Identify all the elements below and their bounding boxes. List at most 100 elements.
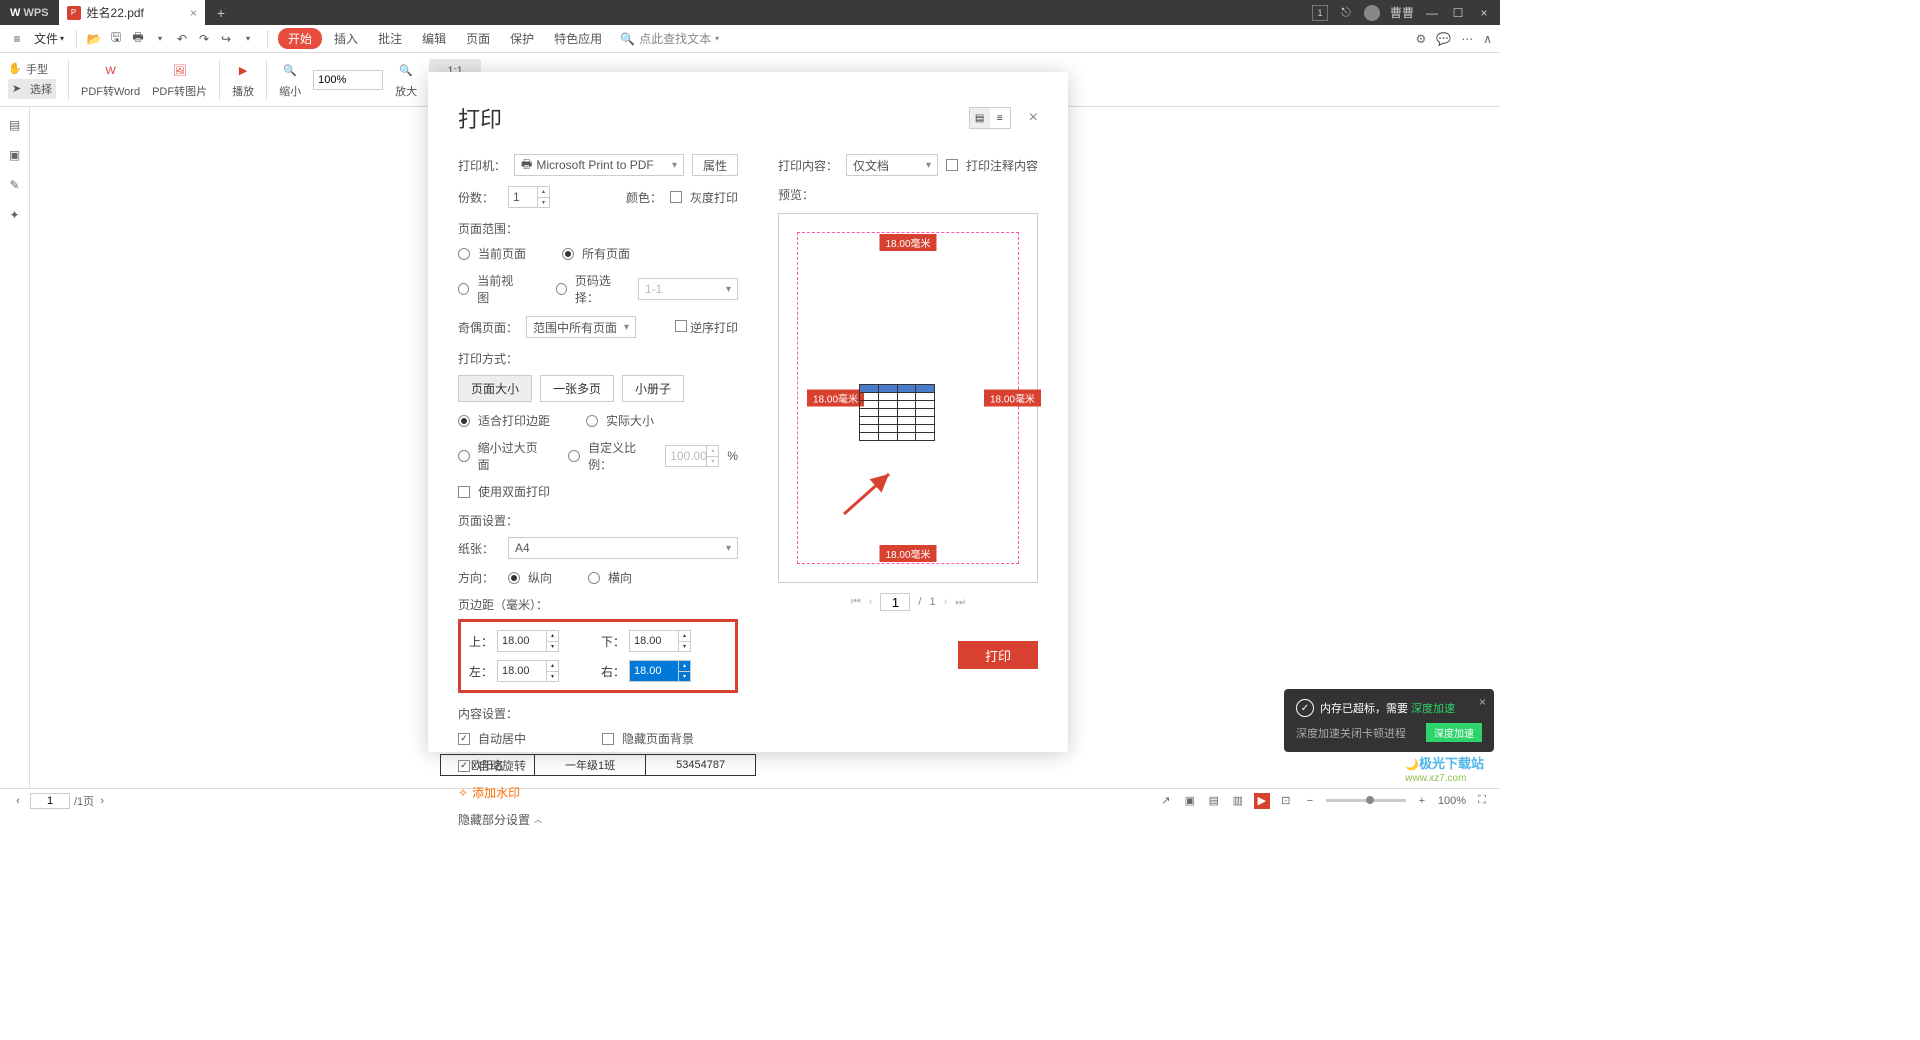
file-menu[interactable]: 文件 ▾ (30, 30, 68, 47)
range-view-radio[interactable] (458, 283, 469, 295)
pager-current-input[interactable] (880, 593, 910, 611)
menu-insert[interactable]: 插入 (326, 30, 366, 47)
range-pages-radio[interactable] (556, 283, 567, 295)
menu-icon[interactable]: ≡ (8, 30, 26, 48)
menu-special[interactable]: 特色应用 (546, 30, 610, 47)
activity-icon[interactable]: ⎋ (1338, 5, 1354, 21)
margin-right-input[interactable]: 18.00▴▾ (629, 660, 691, 682)
more-icon[interactable]: ⋯ (1461, 32, 1473, 46)
attachments-icon[interactable]: ✎ (7, 177, 23, 193)
pdf-to-word[interactable]: WPDF转Word (81, 61, 140, 99)
dialog-close-icon[interactable]: × (1029, 109, 1038, 127)
printer-select[interactable]: 🖶Microsoft Print to PDF (514, 154, 684, 176)
pager-next-icon[interactable]: › (944, 596, 948, 608)
start-tab[interactable]: 开始 (278, 28, 322, 49)
actual-size-radio[interactable] (586, 415, 598, 427)
copies-input[interactable]: 1▴▾ (508, 186, 550, 208)
sb-ico-rec[interactable]: ▶ (1254, 793, 1270, 809)
save-icon[interactable]: 🖫 (107, 30, 125, 48)
oddeven-select[interactable]: 范围中所有页面 (526, 316, 636, 338)
fit-margin-radio[interactable] (458, 415, 470, 427)
range-current-radio[interactable] (458, 248, 470, 260)
spinner-up-icon[interactable]: ▴ (537, 187, 549, 198)
toast-close-icon[interactable]: × (1479, 695, 1486, 709)
margin-top-input[interactable]: 18.00▴▾ (497, 630, 559, 652)
add-watermark-link[interactable]: ✧添加水印 (458, 784, 738, 801)
thumbnails-icon[interactable]: ▤ (7, 117, 23, 133)
close-tab-icon[interactable]: × (190, 6, 197, 20)
sb-next-icon[interactable]: › (94, 793, 110, 809)
pager-first-icon[interactable]: ⏮ (851, 596, 861, 609)
margin-bottom-input[interactable]: 18.00▴▾ (629, 630, 691, 652)
redo-icon[interactable]: ↷ (195, 30, 213, 48)
search-box[interactable]: 🔍 点此查找文本▾ (620, 30, 719, 47)
print-dropdown-icon[interactable]: ▾ (151, 30, 169, 48)
shrink-radio[interactable] (458, 450, 470, 462)
menu-edit[interactable]: 编辑 (414, 30, 454, 47)
paper-select[interactable]: A4 (508, 537, 738, 559)
view-toggle[interactable]: ▤ ≡ (969, 107, 1011, 129)
auto-center-checkbox[interactable] (458, 733, 470, 745)
sb-page-input[interactable] (30, 793, 70, 809)
sb-zoom-out-icon[interactable]: − (1302, 793, 1318, 809)
range-all-radio[interactable] (562, 248, 574, 260)
pager-last-icon[interactable]: ⏭ (955, 596, 965, 609)
user-avatar-icon[interactable] (1364, 5, 1380, 21)
sb-ico-3[interactable]: ▤ (1206, 793, 1222, 809)
zoom-slider[interactable] (1326, 799, 1406, 802)
sb-ico-5[interactable]: ⊡ (1278, 793, 1294, 809)
minimize-icon[interactable]: — (1424, 5, 1440, 21)
select-tool[interactable]: ➤选择 (8, 79, 56, 99)
menu-page[interactable]: 页面 (458, 30, 498, 47)
custom-scale-input[interactable]: 100.00▴▾ (665, 445, 719, 467)
method-booklet-button[interactable]: 小册子 (622, 375, 684, 402)
range-pages-input[interactable]: 1-1 (638, 278, 738, 300)
landscape-radio[interactable] (588, 572, 600, 584)
print-content-select[interactable]: 仅文档 (846, 154, 938, 176)
sb-fullscreen-icon[interactable]: ⛶ (1474, 793, 1490, 809)
view-simple-icon[interactable]: ≡ (990, 108, 1010, 128)
collapse-ribbon-icon[interactable]: ∧ (1483, 32, 1492, 46)
sb-prev-icon[interactable]: ‹ (10, 793, 26, 809)
view-detail-icon[interactable]: ▤ (970, 108, 990, 128)
properties-button[interactable]: 属性 (692, 154, 738, 176)
sb-ico-4[interactable]: ▥ (1230, 793, 1246, 809)
sb-ico-2[interactable]: ▣ (1182, 793, 1198, 809)
sb-ico-1[interactable]: ↗ (1158, 793, 1174, 809)
maximize-icon[interactable]: ☐ (1450, 5, 1466, 21)
menu-protect[interactable]: 保护 (502, 30, 542, 47)
margin-left-input[interactable]: 18.00▴▾ (497, 660, 559, 682)
zoom-in[interactable]: 🔍放大 (395, 61, 417, 99)
duplex-checkbox[interactable] (458, 486, 470, 498)
zoom-out[interactable]: 🔍缩小 (279, 61, 301, 99)
hide-bg-checkbox[interactable] (602, 733, 614, 745)
titlebar-badge[interactable]: 1 (1312, 5, 1328, 21)
toast-action-button[interactable]: 深度加速 (1426, 723, 1482, 742)
bookmarks-icon[interactable]: ▣ (7, 147, 23, 163)
play-tool[interactable]: ▶播放 (232, 61, 254, 99)
print-icon[interactable]: 🖶 (129, 30, 147, 48)
method-pagesize-button[interactable]: 页面大小 (458, 375, 532, 402)
window-close-icon[interactable]: × (1476, 5, 1492, 21)
menu-annotate[interactable]: 批注 (370, 30, 410, 47)
signatures-icon[interactable]: ✦ (7, 207, 23, 223)
spinner-down-icon[interactable]: ▾ (537, 198, 549, 208)
zoom-input[interactable] (313, 70, 383, 90)
export-icon[interactable]: ↪ (217, 30, 235, 48)
pager-prev-icon[interactable]: ‹ (869, 596, 873, 608)
hand-tool[interactable]: ✋手型 (8, 61, 56, 77)
print-annotations-checkbox[interactable] (946, 159, 958, 171)
undo-icon[interactable]: ↶ (173, 30, 191, 48)
settings-icon[interactable]: ⚙ (1415, 32, 1426, 46)
add-tab-button[interactable]: + (205, 5, 237, 21)
method-multi-button[interactable]: 一张多页 (540, 375, 614, 402)
open-icon[interactable]: 📂 (85, 30, 103, 48)
pdf-to-image[interactable]: 🖼PDF转图片 (152, 61, 207, 99)
document-tab[interactable]: P 姓名22.pdf × (59, 0, 205, 25)
reverse-checkbox[interactable] (675, 320, 687, 332)
sb-zoom-in-icon[interactable]: + (1414, 793, 1430, 809)
export-dropdown-icon[interactable]: ▾ (239, 30, 257, 48)
feedback-icon[interactable]: 💬 (1436, 32, 1451, 46)
print-button[interactable]: 打印 (958, 641, 1038, 669)
custom-scale-radio[interactable] (568, 450, 580, 462)
